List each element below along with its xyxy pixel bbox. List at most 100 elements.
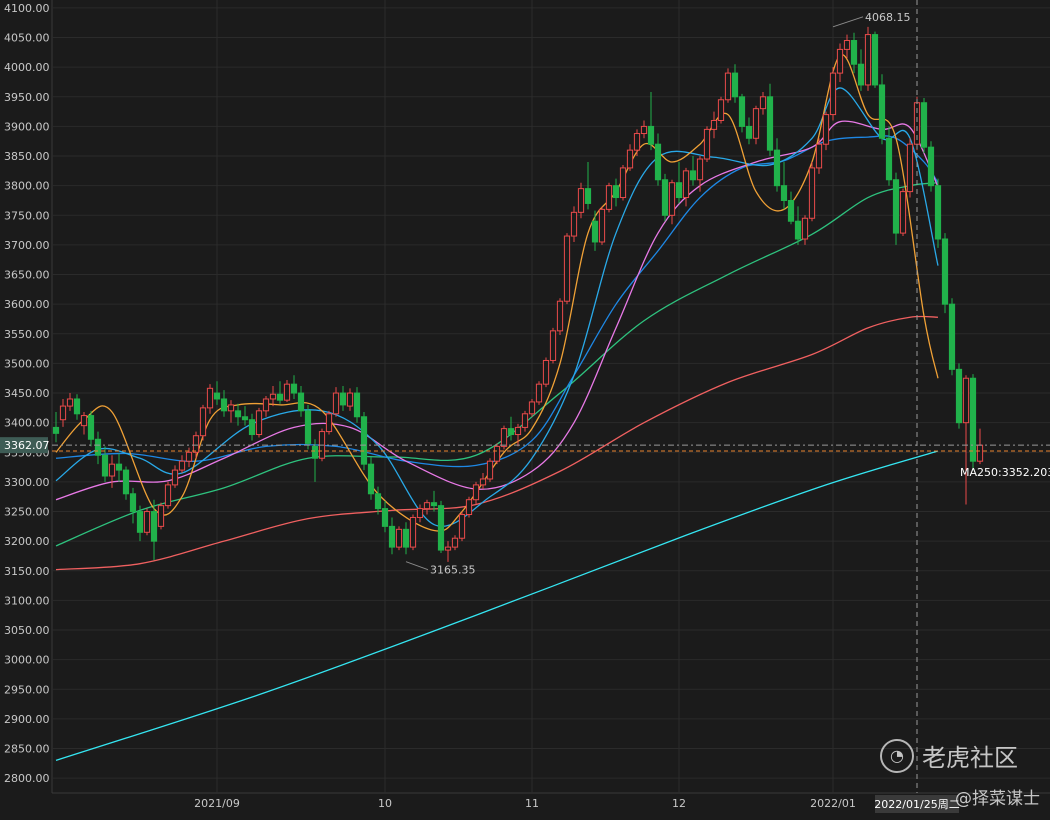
candle-up: [206, 387, 214, 409]
candle-up: [577, 188, 585, 213]
candle-down: [353, 392, 361, 418]
watermark-author: @择菜谋士: [955, 789, 1040, 809]
candle-down: [136, 511, 144, 533]
candle-up: [143, 511, 151, 533]
candle-up: [500, 428, 508, 447]
candle-down: [339, 392, 347, 406]
candle-down: [87, 415, 95, 440]
candle-down: [360, 416, 368, 465]
candle-down: [94, 438, 102, 456]
x-tick-label: 2021/09: [194, 797, 240, 810]
candle-down: [276, 393, 284, 401]
y-tick-label: 2950.00: [4, 683, 50, 696]
candle-up: [703, 128, 711, 160]
candle-down: [388, 525, 396, 548]
candle-down: [731, 72, 739, 98]
candle-up: [479, 478, 487, 486]
candle-up: [185, 451, 193, 462]
candle-down: [73, 398, 81, 415]
candle-up: [843, 40, 851, 50]
candle-down: [773, 149, 781, 187]
y-tick-label: 2800.00: [4, 772, 50, 785]
candle-up: [633, 133, 641, 151]
candle-up: [493, 445, 501, 462]
y-tick-label: 3750.00: [4, 209, 50, 222]
candle-up: [59, 405, 67, 421]
candle-up: [521, 413, 529, 428]
candle-up: [906, 143, 914, 193]
candle-down: [248, 419, 256, 436]
candle-up: [199, 407, 207, 437]
candle-down: [745, 125, 753, 139]
watermark-brand-text: 老虎社区: [922, 744, 1018, 772]
candle-up: [717, 99, 725, 122]
candle-down: [654, 143, 662, 181]
x-tick-label: 10: [378, 797, 392, 810]
candle-down: [584, 188, 592, 204]
candle-up: [423, 502, 431, 510]
candle-up: [255, 410, 263, 436]
tiger-logo-icon: ◔: [880, 738, 914, 773]
y-tick-label: 3200.00: [4, 535, 50, 548]
candle-down: [920, 102, 928, 148]
candle-down: [780, 185, 788, 201]
y-tick-label: 3600.00: [4, 298, 50, 311]
candle-up: [535, 383, 543, 403]
candle-down: [738, 96, 746, 127]
candle-up: [626, 149, 634, 169]
y-tick-label: 3800.00: [4, 180, 50, 193]
candle-down: [115, 463, 123, 471]
y-tick-label: 3400.00: [4, 417, 50, 430]
candle-up: [332, 392, 340, 415]
candle-up: [395, 528, 403, 548]
candle-down: [766, 96, 774, 151]
y-tick-label: 3050.00: [4, 624, 50, 637]
candle-up: [262, 398, 270, 412]
candle-up: [346, 392, 354, 407]
candle-up: [710, 120, 718, 130]
candle-down: [647, 125, 655, 145]
candle-up: [976, 444, 984, 462]
candle-up: [451, 537, 459, 548]
x-tick-label: 12: [672, 797, 686, 810]
candle-up: [269, 393, 277, 400]
candle-up: [465, 499, 473, 516]
y-tick-label: 3300.00: [4, 476, 50, 489]
candle-up: [801, 217, 809, 240]
candle-down: [850, 40, 858, 65]
y-tick-label: 3550.00: [4, 328, 50, 341]
candle-down: [885, 137, 893, 181]
candle-up: [444, 546, 452, 551]
y-tick-label: 2850.00: [4, 743, 50, 756]
annotation-label: 3165.35: [430, 564, 476, 577]
candle-up: [108, 463, 116, 477]
watermark-brand: ◔ 老虎社区: [880, 738, 1018, 773]
candlestick-chart: 4100.00 4050.00 4000.00 3950.00 3900.00 3850.…: [0, 0, 1050, 813]
candle-up: [640, 125, 648, 135]
y-tick-label: 3950.00: [4, 91, 50, 104]
candle-up: [549, 330, 557, 361]
y-tick-label: 4100.00: [4, 2, 50, 15]
candle-down: [934, 185, 942, 240]
candle-down: [122, 469, 130, 495]
candle-down: [213, 392, 221, 400]
candle-down: [437, 505, 445, 551]
candle-up: [899, 191, 907, 234]
candle-down: [787, 199, 795, 222]
y-tick-label: 3700.00: [4, 239, 50, 252]
candle-up: [171, 469, 179, 486]
candle-down: [402, 528, 410, 548]
candle-down: [661, 179, 669, 216]
candle-down: [857, 63, 865, 86]
candle-up: [542, 359, 550, 385]
y-tick-label: 3650.00: [4, 269, 50, 282]
candle-up: [668, 182, 676, 216]
candle-up: [409, 516, 417, 548]
candle-up: [283, 383, 291, 401]
ma250-label: MA250:3352.203: [960, 466, 1050, 479]
candle-down: [129, 493, 137, 513]
candle-up: [759, 96, 767, 110]
y-tick-label: 3000.00: [4, 654, 50, 667]
candle-up: [836, 48, 844, 74]
candle-down: [794, 220, 802, 240]
